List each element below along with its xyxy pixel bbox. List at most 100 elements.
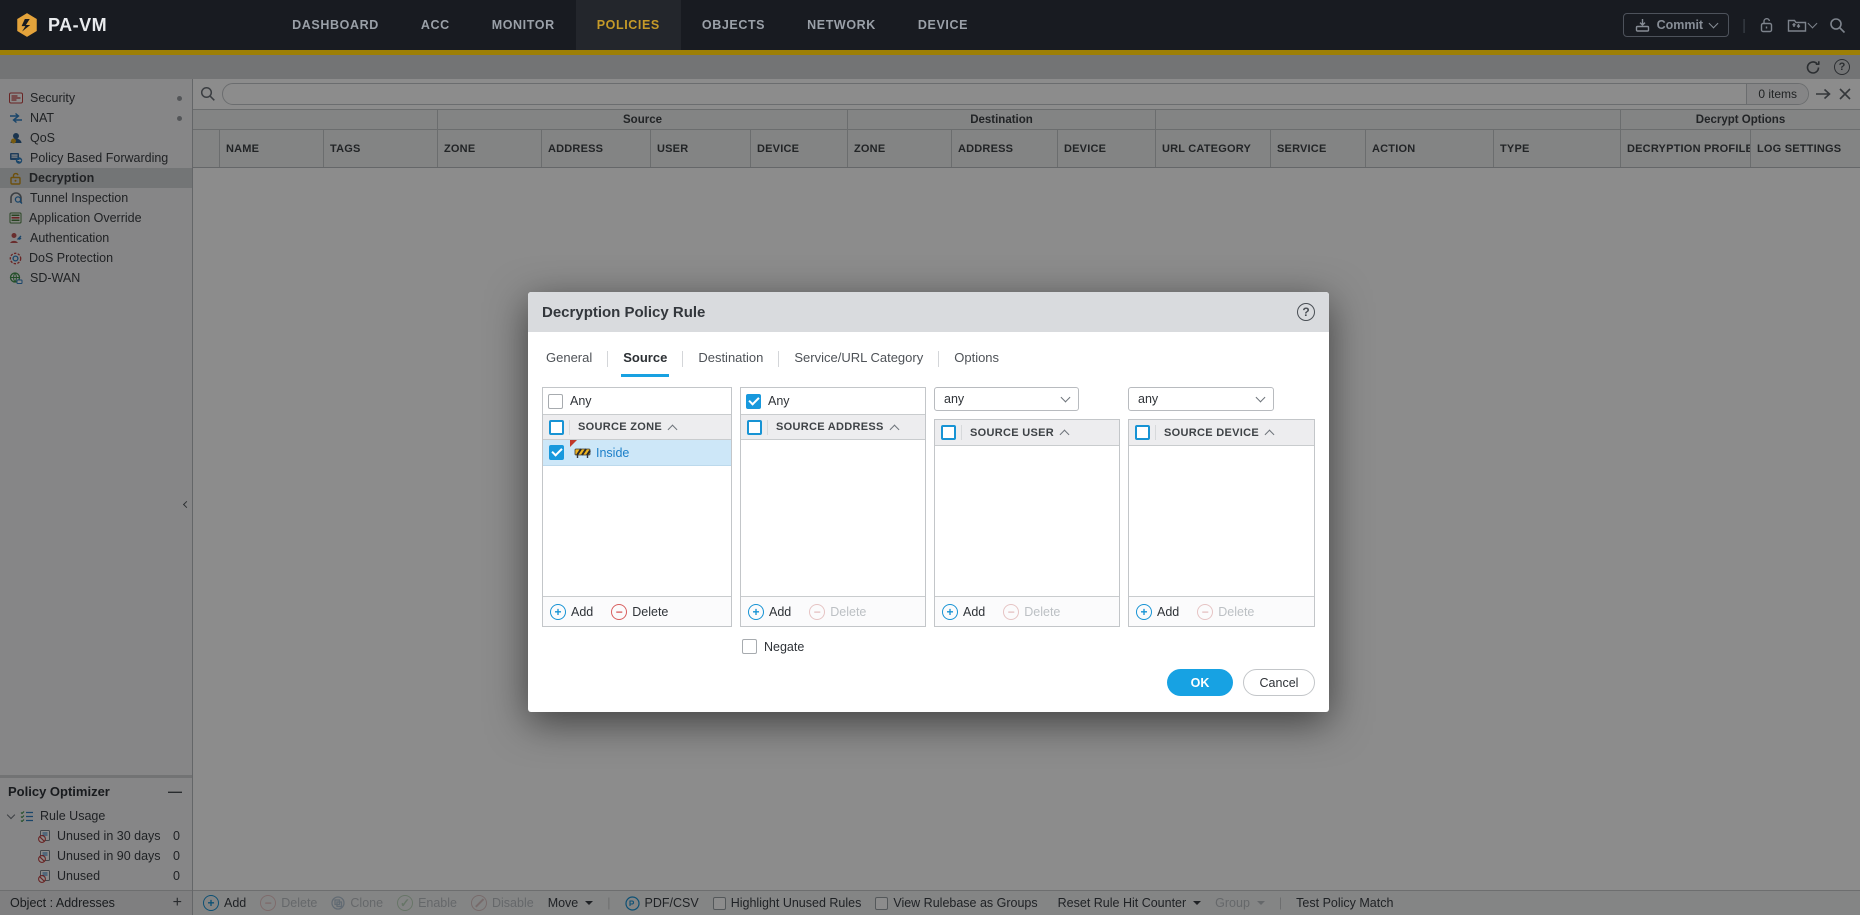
- push-chevron-icon: [1808, 19, 1818, 29]
- source-zone-list-header[interactable]: SOURCE ZONE: [543, 414, 731, 440]
- select-all-checkbox[interactable]: [941, 425, 956, 440]
- source-device-column: any SOURCE DEVICE Add Delete: [1128, 387, 1315, 627]
- tab-options[interactable]: Options: [952, 344, 1001, 377]
- sort-ascending-icon: [1060, 430, 1070, 440]
- tab-destination[interactable]: Destination: [696, 344, 765, 377]
- chevron-down-icon: [1255, 393, 1265, 403]
- nav-item-network[interactable]: NETWORK: [786, 0, 897, 50]
- dropdown-value: any: [944, 392, 964, 406]
- commit-chevron-icon: [1709, 19, 1719, 29]
- dialog-header: Decryption Policy Rule ?: [528, 292, 1329, 332]
- negate-label: Negate: [764, 640, 804, 654]
- tab-source[interactable]: Source: [621, 344, 669, 377]
- tab-separator: [682, 351, 683, 367]
- delete-icon: [809, 604, 825, 620]
- add-button[interactable]: Add: [1136, 604, 1179, 620]
- commit-button[interactable]: Commit: [1623, 13, 1730, 37]
- delete-button[interactable]: Delete: [1197, 604, 1254, 620]
- source-user-list-header[interactable]: SOURCE USER: [935, 420, 1119, 446]
- source-address-column: Any SOURCE ADDRESS Add Delete: [740, 387, 926, 627]
- zone-icon: [574, 447, 591, 459]
- column-header-label: SOURCE ADDRESS: [768, 421, 891, 433]
- dialog-tabs: General Source Destination Service/URL C…: [528, 332, 1329, 377]
- commit-label: Commit: [1657, 18, 1704, 32]
- nav-item-monitor[interactable]: MONITOR: [471, 0, 576, 50]
- sort-ascending-icon: [668, 424, 678, 434]
- any-label: Any: [570, 394, 592, 408]
- any-label: Any: [768, 394, 790, 408]
- add-icon: [942, 604, 958, 620]
- source-address-list-header[interactable]: SOURCE ADDRESS: [741, 414, 925, 440]
- column-header-label: SOURCE DEVICE: [1156, 427, 1266, 439]
- nav-item-acc[interactable]: ACC: [400, 0, 471, 50]
- nav-item-dashboard[interactable]: DASHBOARD: [271, 0, 400, 50]
- select-all-checkbox[interactable]: [1135, 425, 1150, 440]
- ok-button[interactable]: OK: [1167, 669, 1233, 696]
- global-search-icon[interactable]: [1829, 17, 1846, 34]
- zone-row-label: Inside: [596, 446, 629, 460]
- source-zone-column: Any SOURCE ZONE Inside: [542, 387, 732, 627]
- tab-general[interactable]: General: [544, 344, 594, 377]
- brand: PA-VM: [0, 0, 121, 50]
- dialog-help-icon[interactable]: ?: [1297, 303, 1315, 321]
- cancel-button[interactable]: Cancel: [1243, 669, 1315, 696]
- source-address-list: [741, 440, 925, 596]
- nav-item-device[interactable]: DEVICE: [897, 0, 989, 50]
- source-columns: Any SOURCE ZONE Inside: [528, 377, 1329, 627]
- pa-logo-icon: [14, 12, 40, 38]
- tab-service-url-category[interactable]: Service/URL Category: [792, 344, 925, 377]
- delete-button[interactable]: Delete: [809, 604, 866, 620]
- column-header-label: SOURCE ZONE: [570, 421, 669, 433]
- add-icon: [1136, 604, 1152, 620]
- add-button[interactable]: Add: [550, 604, 593, 620]
- any-checkbox[interactable]: [746, 394, 761, 409]
- source-device-list: [1129, 446, 1314, 596]
- select-all-checkbox[interactable]: [549, 420, 564, 435]
- source-address-any[interactable]: Any: [741, 388, 925, 414]
- add-button[interactable]: Add: [748, 604, 791, 620]
- dialog-title: Decryption Policy Rule: [542, 304, 705, 321]
- commit-icon: [1635, 18, 1650, 32]
- top-nav: PA-VM DASHBOARD ACC MONITOR POLICIES OBJ…: [0, 0, 1860, 50]
- nav-right-controls: Commit |: [1623, 0, 1860, 50]
- source-device-actions: Add Delete: [1129, 596, 1314, 626]
- edited-marker: [570, 440, 577, 447]
- select-all-checkbox[interactable]: [747, 420, 762, 435]
- source-user-actions: Add Delete: [935, 596, 1119, 626]
- zone-row-inside[interactable]: Inside: [543, 440, 731, 466]
- chevron-down-icon: [1061, 393, 1071, 403]
- delete-icon: [1197, 604, 1213, 620]
- delete-icon: [1003, 604, 1019, 620]
- any-checkbox[interactable]: [548, 394, 563, 409]
- add-icon: [748, 604, 764, 620]
- source-zone-any[interactable]: Any: [543, 388, 731, 414]
- source-address-actions: Add Delete: [741, 596, 925, 626]
- source-user-dropdown[interactable]: any: [934, 387, 1079, 411]
- add-button[interactable]: Add: [942, 604, 985, 620]
- config-push-icon[interactable]: [1787, 17, 1816, 33]
- brand-name: PA-VM: [48, 15, 107, 36]
- source-user-column: any SOURCE USER Add Delete: [934, 387, 1120, 627]
- source-device-list-header[interactable]: SOURCE DEVICE: [1129, 420, 1314, 446]
- nav-separator: |: [1742, 17, 1746, 34]
- lock-icon[interactable]: [1759, 17, 1774, 33]
- delete-button[interactable]: Delete: [1003, 604, 1060, 620]
- source-user-list: [935, 446, 1119, 596]
- source-device-dropdown[interactable]: any: [1128, 387, 1274, 411]
- negate-option[interactable]: Negate: [742, 639, 1329, 654]
- tab-separator: [778, 351, 779, 367]
- decryption-policy-rule-dialog: Decryption Policy Rule ? General Source …: [528, 292, 1329, 712]
- nav-item-policies[interactable]: POLICIES: [576, 0, 681, 50]
- delete-button[interactable]: Delete: [611, 604, 668, 620]
- screen: PA-VM DASHBOARD ACC MONITOR POLICIES OBJ…: [0, 0, 1860, 915]
- column-header-label: SOURCE USER: [962, 427, 1061, 439]
- add-icon: [550, 604, 566, 620]
- nav-item-objects[interactable]: OBJECTS: [681, 0, 786, 50]
- nav-menu: DASHBOARD ACC MONITOR POLICIES OBJECTS N…: [271, 0, 989, 50]
- sort-ascending-icon: [1265, 430, 1275, 440]
- row-checkbox[interactable]: [549, 445, 564, 460]
- sort-ascending-icon: [889, 424, 899, 434]
- source-zone-actions: Add Delete: [543, 596, 731, 626]
- negate-checkbox[interactable]: [742, 639, 757, 654]
- dialog-actions: OK Cancel: [528, 669, 1329, 712]
